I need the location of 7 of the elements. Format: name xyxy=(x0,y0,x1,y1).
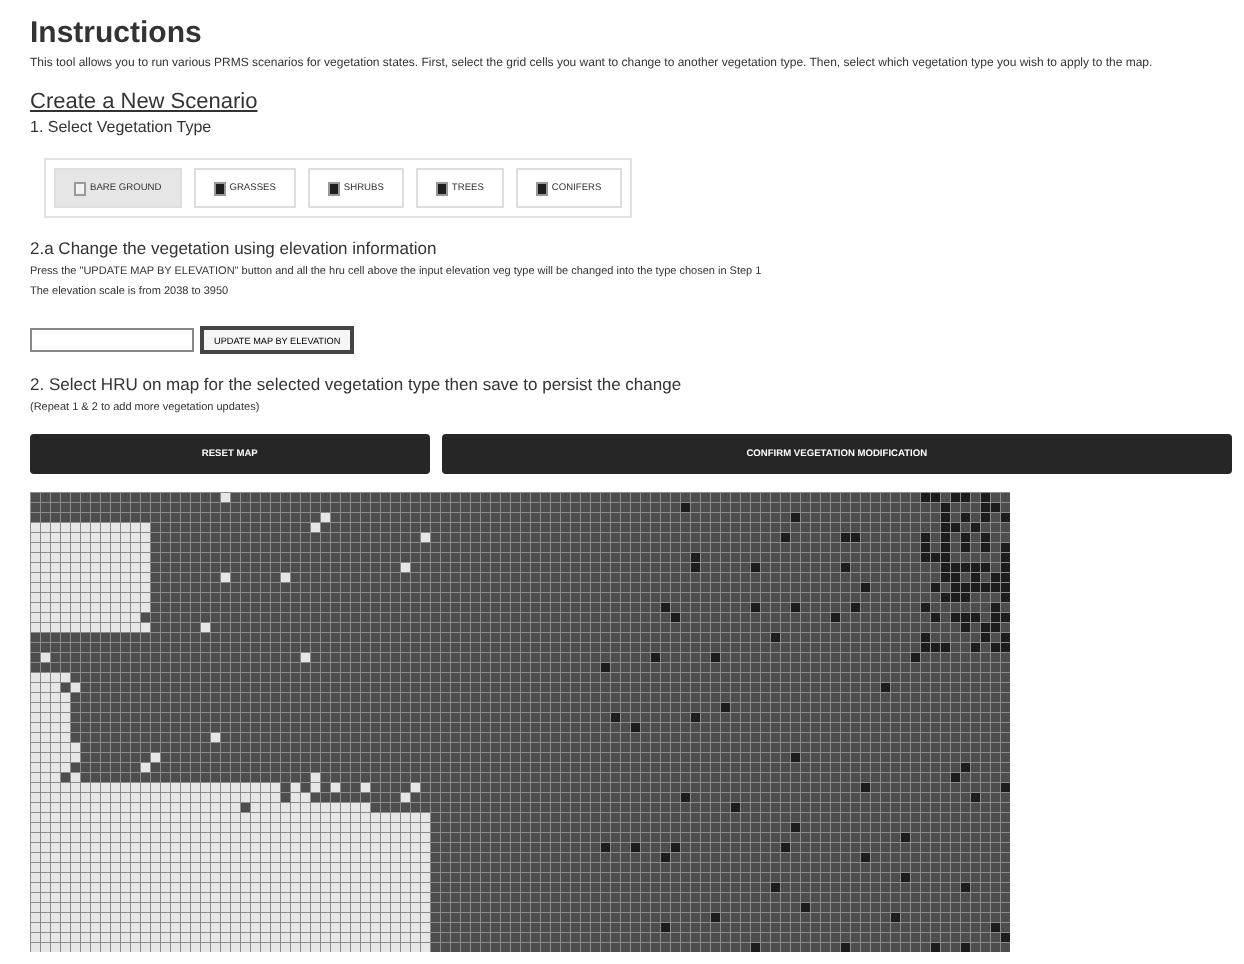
step-heading: 2. Select HRU on map for the selected vegetation type then save to persist the change xyxy=(30,374,684,394)
elevation-input[interactable] xyxy=(30,328,194,352)
hru-grid-map-drawing[interactable] xyxy=(30,492,1010,952)
step-heading: 1. Select Vegetation Type xyxy=(30,118,214,136)
page-title: Instructions xyxy=(30,16,204,50)
step-heading: 2.a Change the vegetation using elevation information xyxy=(30,238,439,258)
section-heading: Create a New Scenario xyxy=(30,90,260,114)
